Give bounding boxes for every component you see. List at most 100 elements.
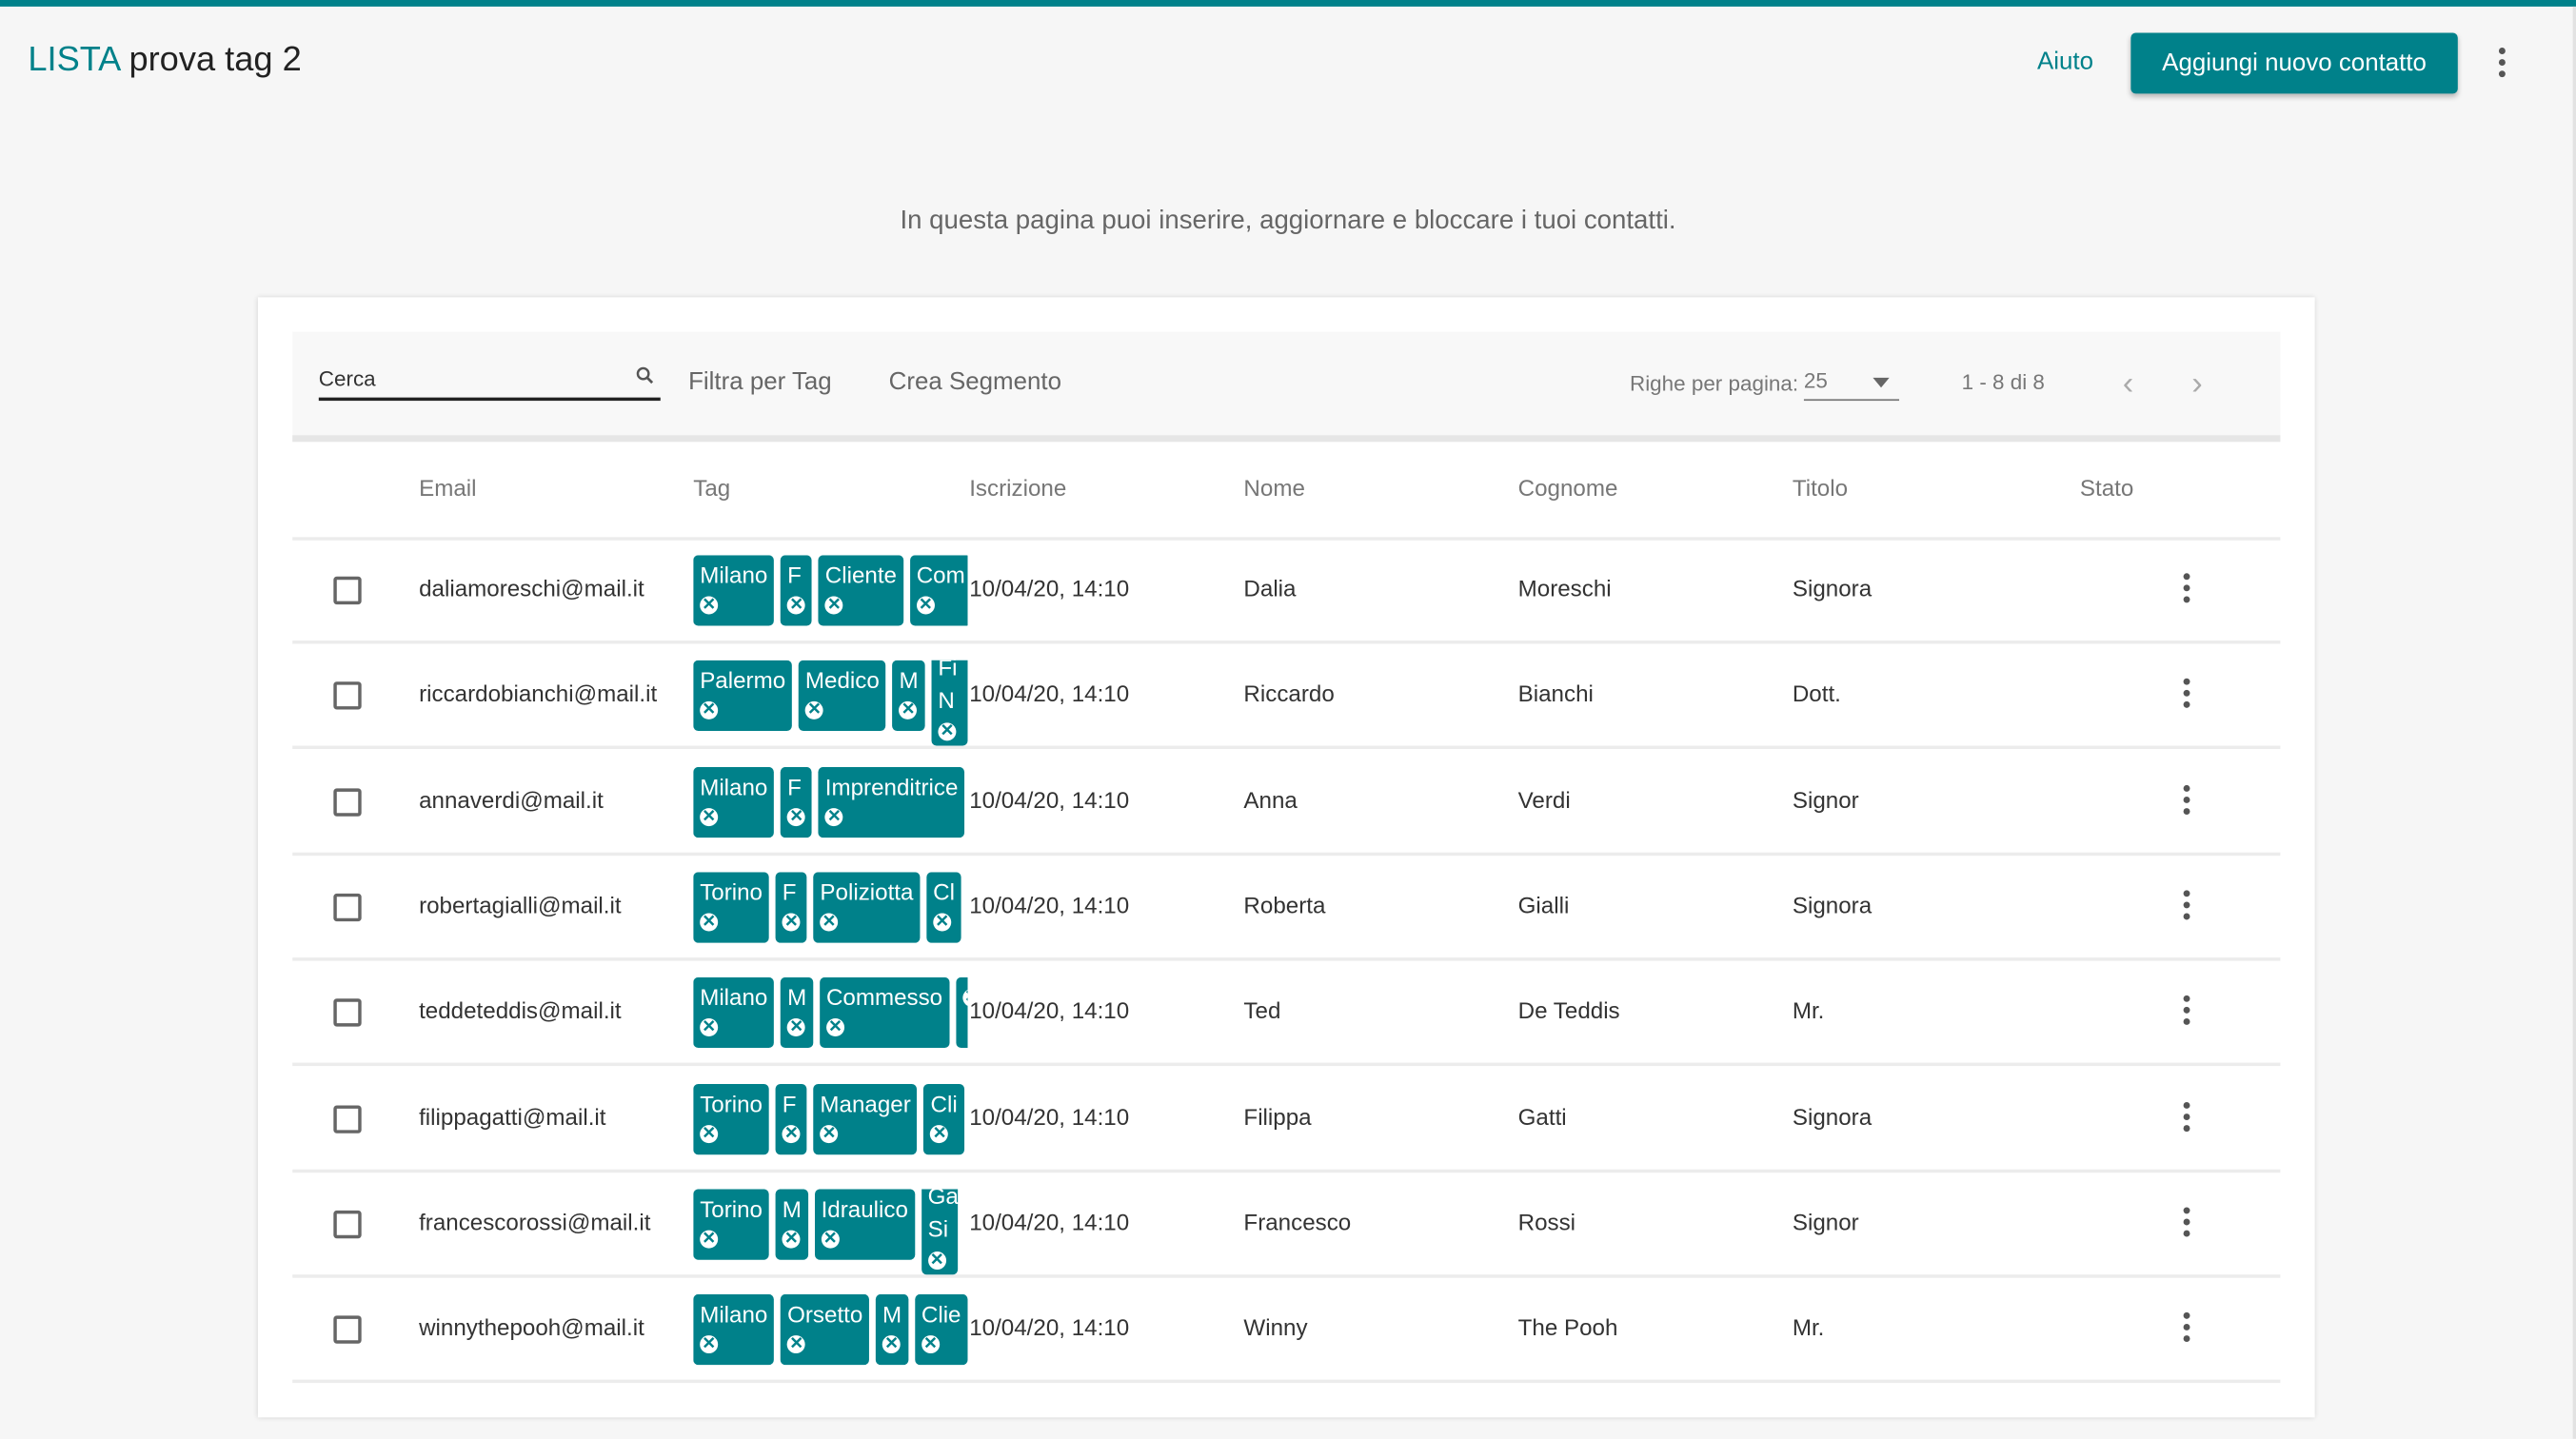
tag-chip: Medico ✕ — [798, 660, 886, 732]
remove-tag-icon[interactable]: ✕ — [933, 913, 952, 932]
row-menu-icon[interactable] — [2173, 994, 2200, 1027]
email-cell: daliamoreschi@mail.it — [419, 575, 644, 601]
tag-label: Cliente — [824, 562, 898, 588]
rows-per-page-select[interactable]: 25 — [1803, 368, 1900, 402]
remove-tag-icon[interactable]: ✕ — [961, 989, 968, 1008]
row-menu-icon[interactable] — [2173, 572, 2200, 605]
row-checkbox[interactable] — [333, 1104, 362, 1133]
tag-chip: Torino ✕ — [693, 872, 769, 943]
tag-chip: Milano ✕ — [693, 766, 775, 838]
row-checkbox[interactable] — [333, 893, 362, 921]
tag-label: Palermo — [700, 667, 786, 694]
remove-tag-icon[interactable]: ✕ — [787, 1018, 806, 1037]
iscrizione-cell: 10/04/20, 14:10 — [969, 575, 1130, 601]
nome-cell: Anna — [1243, 785, 1298, 813]
remove-tag-icon[interactable]: ✕ — [700, 596, 719, 615]
row-checkbox[interactable] — [333, 998, 362, 1027]
remove-tag-icon[interactable]: ✕ — [782, 913, 801, 932]
remove-tag-icon[interactable]: ✕ — [824, 807, 843, 826]
tag-chip: ✕ — [955, 977, 968, 1049]
column-stato[interactable]: Stato — [2080, 475, 2133, 502]
tag-label: F — [782, 878, 797, 905]
table-row: francescorossi@mail.it Torino ✕ M ✕ Idraulic… — [292, 1173, 2281, 1278]
search-icon[interactable] — [636, 366, 654, 384]
search-field[interactable] — [318, 365, 661, 402]
remove-tag-icon[interactable]: ✕ — [787, 807, 806, 826]
remove-tag-icon[interactable]: ✕ — [882, 1335, 902, 1354]
remove-tag-icon[interactable]: ✕ — [787, 1335, 806, 1354]
remove-tag-icon[interactable]: ✕ — [820, 913, 839, 932]
remove-tag-icon[interactable]: ✕ — [927, 1251, 946, 1270]
cognome-cell: The Pooh — [1517, 1313, 1618, 1341]
tags-cell: Torino ✕ M ✕ Idraulico ✕ Ga Si ✕ — [693, 1189, 967, 1291]
iscrizione-cell: 10/04/20, 14:10 — [969, 785, 1130, 813]
remove-tag-icon[interactable]: ✕ — [700, 1230, 719, 1249]
remove-tag-icon[interactable]: ✕ — [700, 1124, 719, 1143]
remove-tag-icon[interactable]: ✕ — [782, 1230, 801, 1249]
column-titolo[interactable]: Titolo — [1793, 475, 1848, 502]
row-checkbox[interactable] — [333, 1315, 362, 1344]
tag-label: Milano — [700, 984, 768, 1011]
remove-tag-icon[interactable]: ✕ — [787, 596, 806, 615]
add-contact-button[interactable]: Aggiungi nuovo contatto — [2130, 32, 2458, 94]
remove-tag-icon[interactable]: ✕ — [700, 1335, 719, 1354]
nome-cell: Ted — [1243, 996, 1281, 1024]
remove-tag-icon[interactable]: ✕ — [700, 807, 719, 826]
row-checkbox[interactable] — [333, 787, 362, 817]
tag-chip: Torino ✕ — [693, 1189, 769, 1260]
remove-tag-icon[interactable]: ✕ — [824, 596, 843, 615]
column-email[interactable]: Email — [419, 475, 476, 502]
create-segment-button[interactable]: Crea Segmento — [889, 368, 1061, 396]
tag-chip: M ✕ — [775, 1189, 808, 1260]
chevron-left-icon[interactable]: ‹ — [2123, 368, 2134, 402]
column-cognome[interactable]: Cognome — [1518, 475, 1618, 502]
remove-tag-icon[interactable]: ✕ — [921, 1335, 940, 1354]
tag-chip: F ✕ — [775, 872, 807, 943]
column-nome[interactable]: Nome — [1243, 475, 1304, 502]
remove-tag-icon[interactable]: ✕ — [700, 701, 719, 720]
row-menu-icon[interactable] — [2173, 678, 2200, 711]
tag-chip: Poliziotta ✕ — [813, 872, 921, 943]
row-menu-icon[interactable] — [2173, 783, 2200, 817]
search-input[interactable] — [318, 365, 615, 391]
remove-tag-icon[interactable]: ✕ — [782, 1124, 801, 1143]
tag-label: M — [787, 984, 807, 1011]
row-menu-icon[interactable] — [2173, 1099, 2200, 1133]
tag-label: Ga Si — [927, 1189, 959, 1242]
iscrizione-cell: 10/04/20, 14:10 — [969, 891, 1130, 918]
column-tag[interactable]: Tag — [693, 475, 730, 502]
titolo-cell: Signor — [1792, 785, 1859, 813]
row-menu-icon[interactable] — [2173, 1205, 2200, 1238]
tags-cell: Milano ✕ Orsetto ✕ M ✕ Clie ✕ — [693, 1294, 968, 1396]
tag-label: Idraulico — [821, 1195, 908, 1222]
remove-tag-icon[interactable]: ✕ — [825, 1018, 844, 1037]
chevron-right-icon[interactable]: › — [2191, 368, 2203, 402]
remove-tag-icon[interactable]: ✕ — [700, 1018, 719, 1037]
remove-tag-icon[interactable]: ✕ — [804, 701, 823, 720]
row-checkbox[interactable] — [333, 576, 362, 605]
remove-tag-icon[interactable]: ✕ — [916, 596, 935, 615]
tag-label: F — [782, 1090, 797, 1116]
help-link[interactable]: Aiuto — [2037, 48, 2093, 75]
remove-tag-icon[interactable]: ✕ — [899, 701, 918, 720]
row-checkbox[interactable] — [333, 1210, 362, 1238]
tag-label: Medico — [804, 667, 880, 694]
remove-tag-icon[interactable]: ✕ — [930, 1124, 949, 1143]
row-menu-icon[interactable] — [2173, 888, 2200, 921]
row-checkbox[interactable] — [333, 681, 362, 711]
tags-cell: Milano ✕ F ✕ Imprenditrice ✕ — [693, 766, 967, 868]
filter-by-tag-button[interactable]: Filtra per Tag — [688, 368, 832, 396]
remove-tag-icon[interactable]: ✕ — [820, 1124, 839, 1143]
nome-cell: Francesco — [1243, 1208, 1352, 1235]
remove-tag-icon[interactable]: ✕ — [938, 722, 957, 741]
remove-tag-icon[interactable]: ✕ — [821, 1230, 840, 1249]
remove-tag-icon[interactable]: ✕ — [700, 913, 719, 932]
more-menu-icon[interactable] — [2489, 46, 2516, 79]
caret-down-icon — [1873, 377, 1890, 388]
tag-label: Torino — [700, 878, 763, 905]
tag-label: F — [787, 562, 802, 588]
tag-chip: F ✕ — [781, 766, 812, 838]
row-menu-icon[interactable] — [2173, 1311, 2200, 1344]
column-iscrizione[interactable]: Iscrizione — [969, 475, 1066, 502]
cognome-cell: Gialli — [1517, 891, 1570, 918]
